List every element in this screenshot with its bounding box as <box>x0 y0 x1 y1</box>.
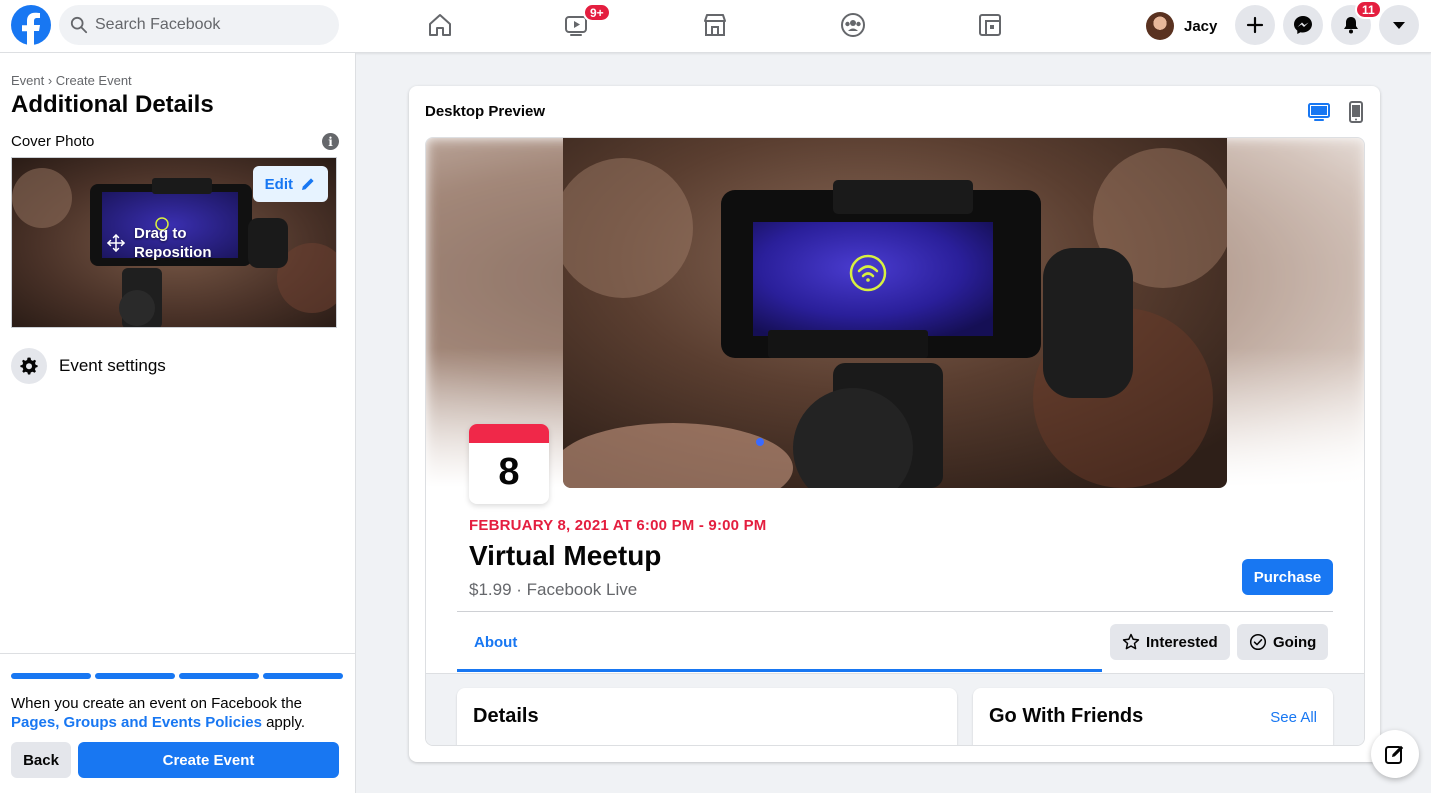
move-arrows-icon <box>106 233 126 253</box>
back-button[interactable]: Back <box>11 742 71 778</box>
event-settings-label: Event settings <box>59 356 166 375</box>
profile-chip[interactable]: Jacy <box>1142 8 1225 44</box>
marketplace-icon[interactable] <box>700 10 730 40</box>
policy-link[interactable]: Pages, Groups and Events Policies <box>11 714 262 731</box>
details-card: Details <box>457 688 957 745</box>
progress-indicator <box>11 673 343 679</box>
pencil-icon <box>302 178 314 190</box>
avatar <box>1146 12 1174 40</box>
progress-step <box>11 673 91 679</box>
create-event-button[interactable]: Create Event <box>78 742 339 778</box>
star-icon <box>1122 633 1140 650</box>
event-name: Virtual Meetup <box>469 540 662 571</box>
tab-about-label: About <box>474 634 518 651</box>
page-title: Additional Details <box>11 91 214 118</box>
cover-photo-label: Cover Photo <box>11 133 95 150</box>
desktop-preview-icon[interactable] <box>1307 100 1331 124</box>
drag-hint-text: Drag to Reposition <box>134 225 212 261</box>
bell-icon <box>1344 17 1358 34</box>
event-body: Details Go With Friends See All <box>426 673 1364 745</box>
caret-down-icon <box>1393 22 1405 29</box>
home-icon[interactable] <box>425 10 455 40</box>
edit-cover-button[interactable]: Edit <box>252 166 328 202</box>
event-preview-card: Desktop Preview 8 FEBRUARY 8, 2021 AT 6:… <box>409 86 1380 762</box>
progress-step <box>263 673 343 679</box>
going-button[interactable]: Going <box>1237 624 1329 660</box>
facebook-logo-icon[interactable] <box>11 5 51 45</box>
going-label: Going <box>1273 633 1317 651</box>
event-price-location: $1.99 · Facebook Live <box>469 580 638 599</box>
plus-icon <box>1246 16 1264 34</box>
purchase-button[interactable]: Purchase <box>1242 559 1333 595</box>
event-date-calendar: 8 <box>469 424 549 504</box>
event-date-time: FEBRUARY 8, 2021 AT 6:00 PM - 9:00 PM <box>469 517 767 534</box>
groups-icon[interactable] <box>838 10 868 40</box>
mobile-preview-icon[interactable] <box>1344 100 1368 124</box>
cover-photo-image <box>563 138 1227 488</box>
tab-about[interactable]: About <box>457 612 1102 672</box>
event-cover-photo <box>563 138 1227 488</box>
calendar-day: 8 <box>498 451 520 493</box>
policy-suffix: apply. <box>261 714 306 731</box>
search-input[interactable] <box>95 16 315 34</box>
sidebar-footer: When you create an event on Facebook the… <box>0 653 356 793</box>
search-icon <box>70 16 88 34</box>
interested-button[interactable]: Interested <box>1110 624 1230 660</box>
progress-step <box>95 673 175 679</box>
preview-title: Desktop Preview <box>425 103 546 120</box>
search-bar[interactable] <box>59 5 339 45</box>
profile-name: Jacy <box>1184 17 1218 35</box>
desktop-preview-frame: 8 FEBRUARY 8, 2021 AT 6:00 PM - 9:00 PM … <box>425 137 1365 746</box>
create-event-sidebar: Event › Create Event Additional Details … <box>0 53 356 793</box>
new-message-button[interactable] <box>1371 730 1419 778</box>
top-navigation-bar: 9+ Jacy 11 <box>0 0 1431 53</box>
compose-icon <box>1385 745 1404 764</box>
gaming-icon[interactable] <box>975 10 1005 40</box>
event-settings-item[interactable]: Event settings <box>11 348 166 384</box>
details-heading: Details <box>473 705 539 727</box>
go-with-friends-heading: Go With Friends <box>989 705 1144 727</box>
drag-to-reposition-hint: Drag to Reposition <box>106 224 224 262</box>
messenger-button[interactable] <box>1283 5 1323 45</box>
see-all-link[interactable]: See All <box>1270 709 1317 726</box>
watch-badge: 9+ <box>583 3 611 22</box>
notifications-badge: 11 <box>1355 0 1382 19</box>
create-button[interactable] <box>1235 5 1275 45</box>
go-with-friends-card: Go With Friends See All <box>973 688 1333 745</box>
edit-cover-label: Edit <box>264 175 293 193</box>
check-circle-icon <box>1249 633 1267 651</box>
gear-icon <box>11 348 47 384</box>
messenger-icon <box>1294 16 1312 34</box>
interested-label: Interested <box>1146 633 1218 651</box>
account-menu-button[interactable] <box>1379 5 1419 45</box>
cover-photo-thumbnail[interactable]: Edit Drag to Reposition <box>11 157 337 328</box>
policy-notice: When you create an event on Facebook the… <box>11 694 341 732</box>
info-icon[interactable]: i <box>322 133 339 150</box>
policy-prefix: When you create an event on Facebook the <box>11 695 303 712</box>
breadcrumb[interactable]: Event › Create Event <box>11 73 132 88</box>
progress-step <box>179 673 259 679</box>
